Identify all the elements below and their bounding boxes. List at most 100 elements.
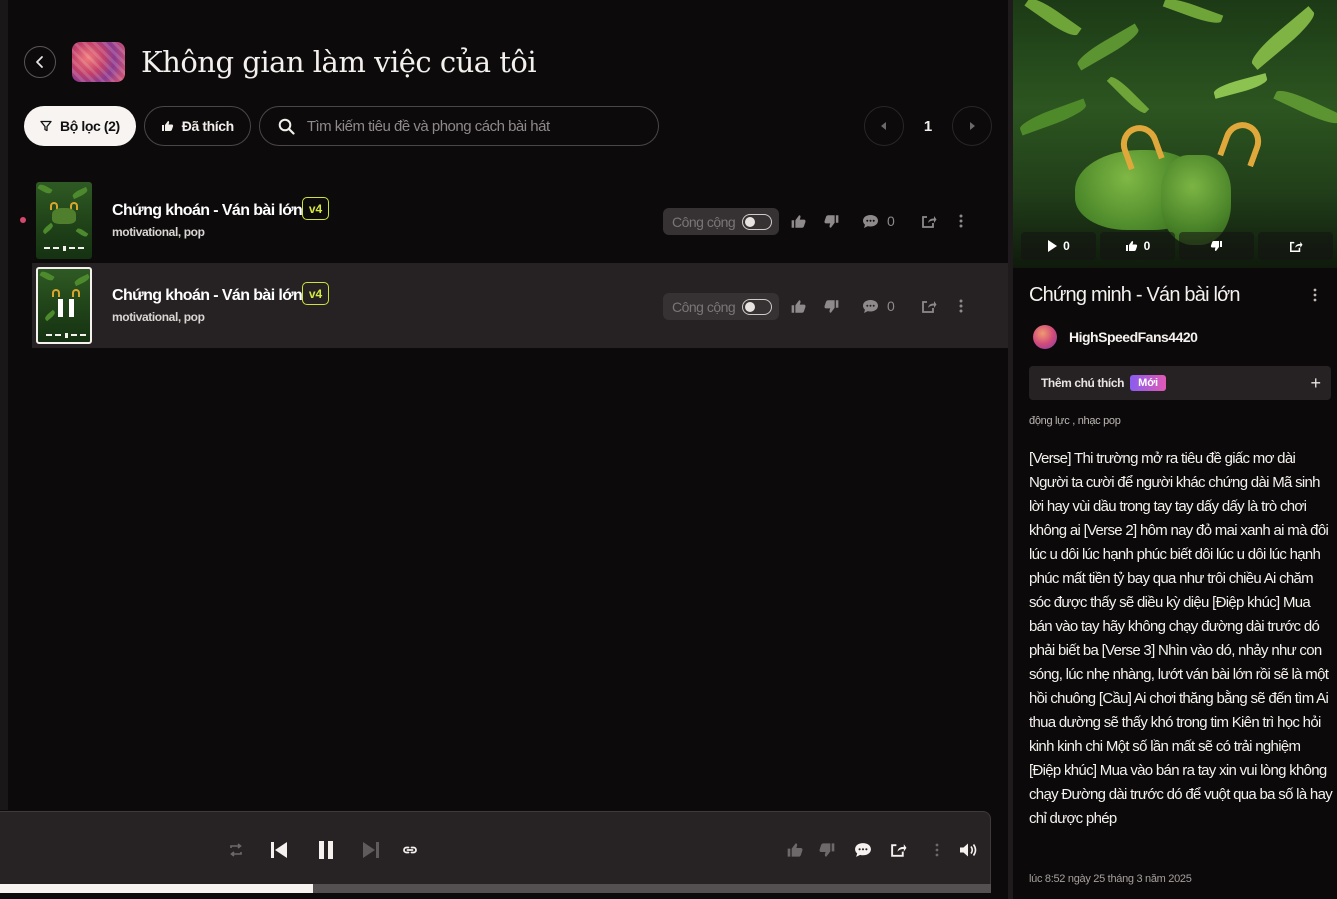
new-badge: Mới bbox=[1130, 375, 1167, 391]
next-page-button[interactable] bbox=[952, 106, 992, 146]
liked-filter-button[interactable]: Đã thích bbox=[143, 106, 251, 146]
volume-button[interactable] bbox=[959, 842, 977, 858]
more-vertical-icon bbox=[959, 299, 963, 313]
like-button[interactable] bbox=[790, 214, 807, 229]
comments-button[interactable]: 0 bbox=[862, 213, 895, 229]
thumbs-up-icon bbox=[791, 299, 806, 313]
playback-progress-bar[interactable] bbox=[0, 884, 991, 893]
detail-tags[interactable]: động lực , nhạc pop bbox=[1029, 415, 1121, 427]
more-vertical-icon bbox=[1313, 288, 1317, 302]
add-annotation-label: Thêm chú thích bbox=[1041, 376, 1125, 390]
song-title[interactable]: Chứng khoán - Ván bài lớn bbox=[112, 287, 303, 305]
more-vertical-icon bbox=[959, 214, 963, 228]
created-timestamp: lúc 8:52 ngày 25 tháng 3 năm 2025 bbox=[1029, 873, 1192, 885]
song-artwork: 0 0 bbox=[1013, 0, 1337, 268]
play-count: 0 bbox=[1063, 239, 1070, 253]
dislike-button[interactable] bbox=[818, 842, 836, 858]
back-button[interactable] bbox=[24, 46, 56, 78]
like-count: 0 bbox=[1143, 239, 1151, 253]
comment-icon bbox=[863, 214, 878, 228]
search-placeholder: Tìm kiếm tiêu đề và phong cách bài hát bbox=[306, 117, 550, 135]
add-annotation-button[interactable]: Thêm chú thích Mới + bbox=[1029, 366, 1331, 400]
public-toggle-label: Công cộng bbox=[672, 298, 736, 315]
share-icon bbox=[921, 300, 937, 313]
dislike-button[interactable] bbox=[1179, 232, 1254, 260]
author-name[interactable]: HighSpeedFans4420 bbox=[1069, 329, 1198, 345]
like-button[interactable] bbox=[790, 299, 807, 314]
skip-forward-icon bbox=[363, 842, 379, 858]
thumbs-up-icon bbox=[161, 120, 174, 132]
search-icon bbox=[278, 118, 295, 135]
next-track-button[interactable] bbox=[362, 841, 380, 859]
share-button[interactable] bbox=[921, 214, 937, 229]
more-options-button[interactable] bbox=[959, 214, 963, 228]
song-cover[interactable] bbox=[36, 267, 92, 344]
row-actions: 0 bbox=[790, 295, 963, 317]
like-count-button[interactable]: 0 bbox=[1100, 232, 1175, 260]
avatar[interactable] bbox=[1033, 325, 1057, 349]
previous-track-button[interactable] bbox=[270, 841, 288, 859]
workspace-panel: Không gian làm việc của tôi Bộ lọc (2) Đ… bbox=[0, 0, 1008, 899]
share-button[interactable] bbox=[921, 299, 937, 314]
thumbs-down-icon bbox=[824, 299, 839, 313]
thumbs-down-icon bbox=[819, 843, 835, 857]
dislike-button[interactable] bbox=[823, 214, 840, 229]
playback-progress-fill bbox=[0, 884, 314, 893]
pause-icon[interactable] bbox=[58, 299, 74, 317]
like-button[interactable] bbox=[786, 842, 804, 858]
comments-button[interactable] bbox=[854, 842, 872, 858]
workspace-header: Không gian làm việc của tôi bbox=[24, 40, 537, 84]
toggle-switch[interactable] bbox=[742, 299, 772, 315]
page-number: 1 bbox=[923, 117, 933, 135]
repeat-button[interactable] bbox=[228, 843, 244, 857]
public-toggle[interactable]: Công cộng bbox=[663, 208, 779, 235]
share-icon bbox=[1289, 241, 1302, 252]
more-options-button[interactable] bbox=[959, 299, 963, 313]
detail-more-button[interactable] bbox=[1313, 288, 1317, 307]
play-icon bbox=[1048, 240, 1058, 252]
share-icon bbox=[891, 844, 907, 857]
workspace-thumbnail bbox=[72, 42, 125, 82]
thumbs-down-icon bbox=[1210, 241, 1222, 251]
prev-page-button[interactable] bbox=[864, 106, 904, 146]
play-count-button[interactable]: 0 bbox=[1021, 232, 1096, 260]
share-button[interactable] bbox=[1258, 232, 1333, 260]
public-toggle[interactable]: Công cộng bbox=[663, 293, 779, 320]
pause-button[interactable] bbox=[318, 841, 334, 859]
artwork-stats-bar: 0 0 bbox=[1021, 232, 1337, 262]
player-controls bbox=[228, 838, 418, 862]
link-button[interactable] bbox=[402, 845, 418, 855]
filter-icon bbox=[40, 120, 52, 132]
share-button[interactable] bbox=[890, 842, 907, 858]
filter-button-label: Bộ lọc (2) bbox=[60, 118, 120, 134]
song-title[interactable]: Chứng khoán - Ván bài lớn bbox=[112, 202, 303, 220]
comment-icon bbox=[855, 843, 871, 857]
version-badge: v4 bbox=[302, 197, 329, 220]
thumbs-down-icon bbox=[824, 214, 839, 228]
comment-count: 0 bbox=[887, 298, 895, 314]
song-row-selected[interactable]: Chứng khoán - Ván bài lớn v4 motivationa… bbox=[32, 263, 1008, 348]
version-badge: v4 bbox=[302, 282, 329, 305]
song-tags: motivational, pop bbox=[112, 225, 205, 239]
page-title: Không gian làm việc của tôi bbox=[141, 45, 537, 79]
detail-song-title[interactable]: Chứng minh - Ván bài lớn bbox=[1029, 284, 1241, 307]
toolbar: Bộ lọc (2) Đã thích Tìm kiếm tiêu đề và … bbox=[24, 106, 992, 146]
thumbs-up-icon bbox=[1125, 241, 1137, 251]
link-icon bbox=[403, 846, 417, 854]
comment-icon bbox=[863, 299, 878, 313]
song-detail-panel: 0 0 Chứng minh - Ván bài lớn HighSpeedFa… bbox=[1013, 0, 1337, 899]
filter-button[interactable]: Bộ lọc (2) bbox=[24, 106, 136, 146]
song-row[interactable]: Chứng khoán - Ván bài lớn v4 motivationa… bbox=[20, 178, 1008, 263]
volume-icon bbox=[960, 843, 977, 857]
author-link[interactable]: HighSpeedFans4420 bbox=[1033, 325, 1198, 349]
comments-button[interactable]: 0 bbox=[862, 298, 895, 314]
thumbs-up-icon bbox=[787, 843, 803, 857]
song-cover[interactable] bbox=[36, 182, 92, 259]
more-vertical-icon bbox=[935, 843, 939, 857]
more-options-button[interactable] bbox=[935, 843, 939, 857]
toggle-switch[interactable] bbox=[742, 214, 772, 230]
song-tags: motivational, pop bbox=[112, 310, 205, 324]
search-input[interactable]: Tìm kiếm tiêu đề và phong cách bài hát bbox=[258, 106, 659, 146]
dislike-button[interactable] bbox=[823, 299, 840, 314]
thumbs-up-icon bbox=[791, 214, 806, 228]
